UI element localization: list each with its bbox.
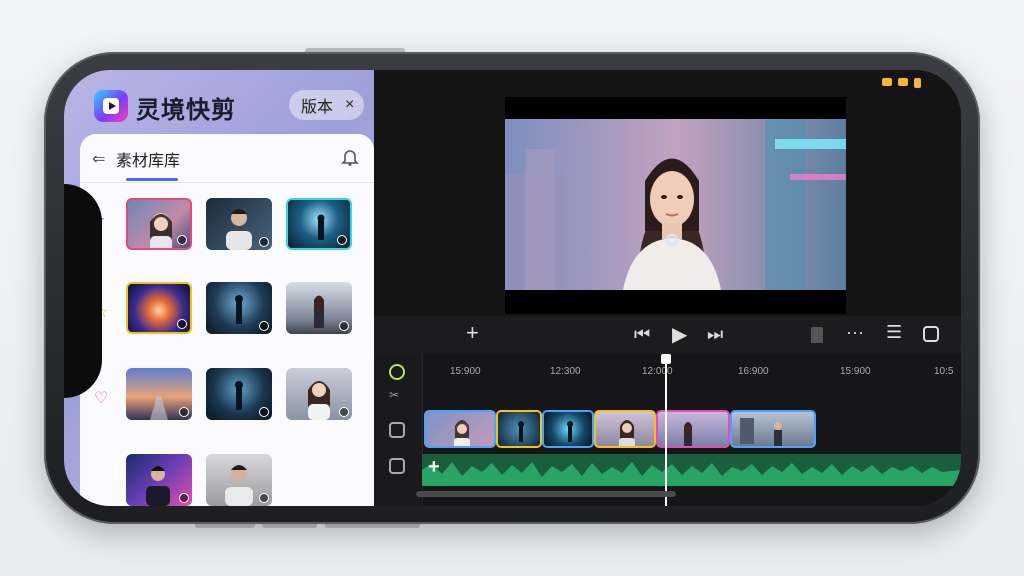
add-audio-icon[interactable]: + [428,456,440,479]
layer-tool-icon[interactable] [389,458,405,474]
media-thumb-man-portrait[interactable] [206,198,272,250]
version-pill[interactable]: 版本 × [289,90,364,120]
close-icon[interactable]: × [345,96,354,114]
media-thumb-man-headset[interactable] [126,454,192,506]
media-thumb-figure-tunnel-2[interactable] [206,368,272,420]
tick-label: 12:300 [550,366,581,377]
playhead[interactable] [661,354,671,506]
timeline-clip-woman-glasses[interactable] [594,410,656,448]
library-card: ⇐ 素材库库 [80,134,374,506]
timeline-clip-figure-tunnel[interactable] [542,410,594,448]
more-icon[interactable]: ··· [846,322,864,343]
timeline-tools: ✂ [374,354,423,506]
timeline[interactable]: ✂ 15:900 12:300 12:000 16:900 15:900 10:… [374,354,961,506]
phone-notch [64,184,102,398]
play-logo-icon [94,90,128,122]
play-icon[interactable]: ▶ [672,322,687,347]
media-thumb-woman-portrait[interactable] [126,198,192,250]
back-arrow-icon[interactable]: ⇐ [92,149,105,169]
app-title: 灵境快剪 [136,97,236,124]
wifi-icon [898,78,908,86]
battery-icon [914,78,921,88]
tick-label: 16:900 [738,366,769,377]
record-tool-icon[interactable] [389,364,405,380]
media-thumb-figure-neon[interactable] [286,198,352,250]
signal-icon [882,78,892,86]
tick-label: 10:5 [934,366,954,377]
add-icon[interactable]: + [466,320,479,346]
list-icon[interactable]: ☰ [886,322,902,343]
forward-icon[interactable]: ⏭ [707,324,723,345]
bookmark-icon[interactable] [811,327,823,343]
tick-label: 15:900 [450,366,481,377]
timeline-clip-woman-city[interactable] [656,410,730,448]
timeline-clip-man-road[interactable] [730,410,816,448]
version-label: 版本 [301,99,334,116]
preview-frame [505,119,846,290]
scissors-icon[interactable]: ✂ [389,388,405,404]
video-preview[interactable] [505,97,846,314]
playback-controls: + ⏮ ▶ ⏭ ··· ☰ [374,316,961,355]
library-title: 素材库库 [116,153,181,170]
media-thumb-figure-tunnel[interactable] [206,282,272,334]
sidebar-heart-icon[interactable]: ♡ [94,388,108,408]
fullscreen-icon[interactable] [923,326,939,342]
tick-label: 12:000 [642,366,673,377]
audio-track[interactable]: + [422,454,961,486]
tick-label: 15:900 [840,366,871,377]
tab-underline [126,178,178,181]
bell-icon[interactable] [340,147,360,172]
media-thumb-woman-smile[interactable] [286,368,352,420]
timeline-ruler: 15:900 12:300 12:000 16:900 15:900 10:5 [422,354,961,377]
media-thumb-road-sunset[interactable] [126,368,192,420]
phone-screen: 灵境快剪 版本 × ⇐ 素材库库 ♡ + ⏮ ▶ ⏭ ··· ☰ ✂ 15:90… [64,70,961,506]
home-indicator [416,491,676,497]
timeline-clip-figure-dark[interactable] [496,410,542,448]
library-header: ⇐ 素材库库 [80,134,374,183]
media-thumb-man-studio[interactable] [206,454,272,506]
status-bar [882,78,921,88]
media-thumb-woman-street[interactable] [286,282,352,334]
media-thumb-light-burst[interactable] [126,282,192,334]
loop-tool-icon[interactable] [389,422,405,438]
rewind-icon[interactable]: ⏮ [634,324,650,345]
timeline-clip-woman[interactable] [424,410,496,448]
media-panel: 灵境快剪 版本 × ⇐ 素材库库 ♡ [64,70,374,506]
